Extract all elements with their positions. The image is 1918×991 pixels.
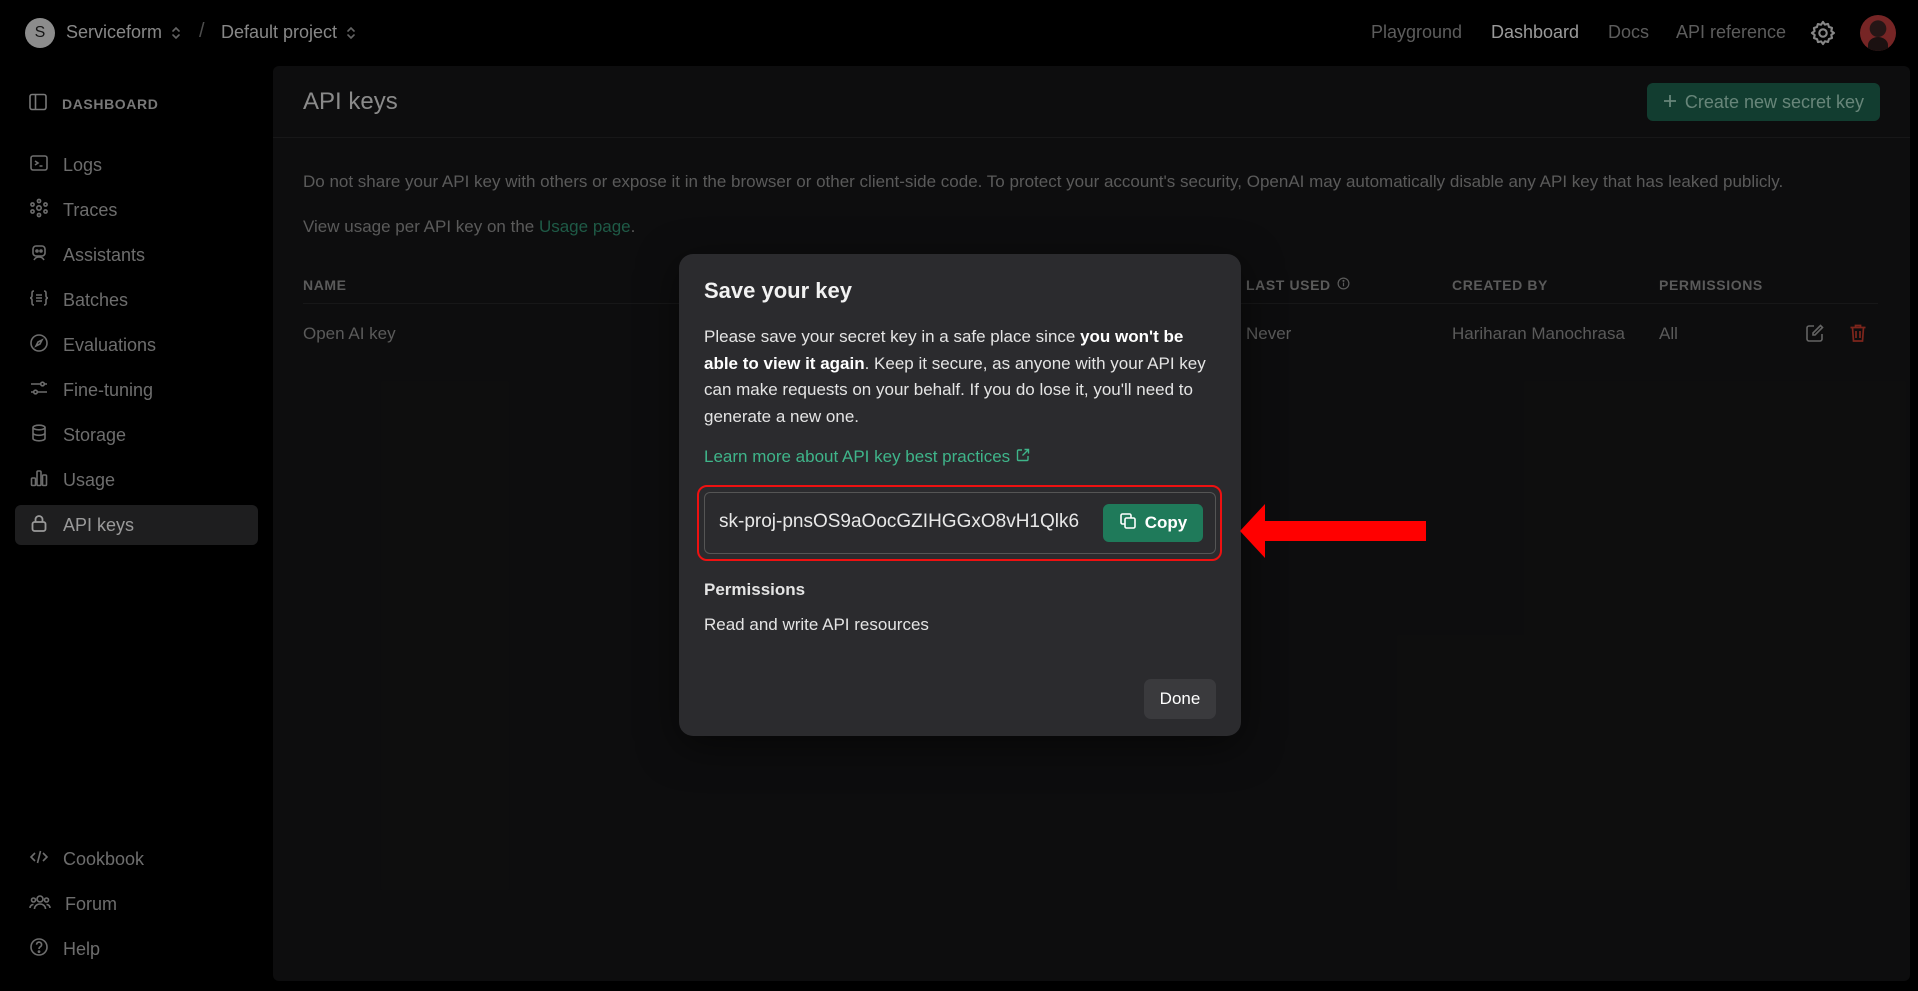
permissions-value: Read and write API resources bbox=[704, 615, 929, 634]
copy-icon bbox=[1119, 512, 1137, 535]
secret-key-field[interactable]: sk-proj-pnsOS9aOocGZIHGGxO8vH1Qlk6 Copy bbox=[704, 492, 1216, 554]
permissions-title: Permissions bbox=[704, 580, 806, 599]
dialog-message: Please save your secret key in a safe pl… bbox=[704, 327, 1206, 426]
red-arrow-annotation bbox=[1240, 504, 1426, 558]
best-practices-link[interactable]: Learn more about API key best practices bbox=[704, 447, 1030, 467]
learn-link-label: Learn more about API key best practices bbox=[704, 447, 1011, 466]
dialog-title: Save your key bbox=[704, 278, 852, 303]
copy-button[interactable]: Copy bbox=[1103, 504, 1203, 542]
save-key-dialog: Save your key Please save your secret ke… bbox=[679, 254, 1241, 736]
secret-key-value[interactable]: sk-proj-pnsOS9aOocGZIHGGxO8vH1Qlk6 bbox=[719, 511, 1103, 533]
external-link-icon bbox=[1016, 447, 1030, 467]
done-button[interactable]: Done bbox=[1144, 679, 1216, 719]
copy-label: Copy bbox=[1144, 513, 1188, 532]
